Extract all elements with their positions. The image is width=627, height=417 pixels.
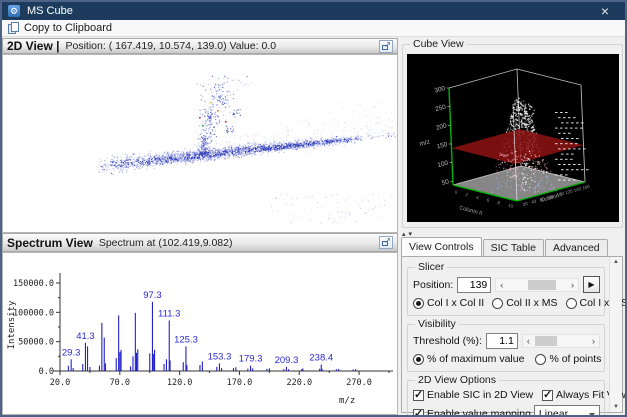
cube-3d-plot[interactable]: 30025020015010050m/z20406080100120140160… (407, 54, 619, 222)
radio-percent-points[interactable] (535, 354, 546, 365)
radio-percent-points-label[interactable]: % of points (549, 353, 601, 365)
svg-text:150000.0: 150000.0 (13, 279, 54, 289)
title-bar[interactable]: ⚙ MS Cube × (2, 2, 625, 20)
svg-text:179.3: 179.3 (239, 354, 263, 365)
svg-text:m/z: m/z (339, 396, 355, 406)
copy-to-clipboard-label: Copy to Clipboard (24, 22, 112, 34)
svg-text:20.0: 20.0 (50, 378, 70, 388)
svg-text:70.0: 70.0 (110, 378, 130, 388)
view2d-plot[interactable] (2, 54, 398, 233)
checkbox-always-fit[interactable] (542, 390, 553, 401)
svg-text:41.3: 41.3 (76, 331, 95, 342)
spectrum-subtitle: Spectrum at (102.419,9.082) (99, 237, 233, 249)
tab-advanced[interactable]: Advanced (545, 239, 608, 256)
svg-text:97.3: 97.3 (143, 290, 162, 301)
checkbox-value-mapping[interactable] (413, 409, 424, 417)
toolbar: Copy to Clipboard (2, 20, 625, 37)
svg-text:50000.0: 50000.0 (18, 338, 54, 348)
radio-col2-x-ms-label[interactable]: Col II x MS (506, 297, 557, 309)
scroll-left-icon[interactable]: ‹ (496, 279, 507, 291)
cube-view-3d[interactable]: 30025020015010050m/z20406080100120140160… (407, 54, 619, 222)
tab-sic-table[interactable]: SIC Table (483, 239, 544, 256)
app-icon: ⚙ (8, 5, 20, 17)
checkbox-enable-sic[interactable] (413, 390, 424, 401)
svg-text:209.3: 209.3 (275, 355, 299, 366)
mapping-select[interactable]: Linear (534, 405, 600, 417)
chevron-down-icon (589, 413, 595, 417)
spectrum-header: Spectrum View Spectrum at (102.419,9.082… (2, 233, 398, 252)
slicer-group-title: Slicer (415, 261, 447, 273)
right-panel: Cube View 30025020015010050m/z2040608010… (399, 38, 625, 415)
svg-text:Intensity: Intensity (7, 300, 17, 349)
visibility-group-title: Visibility (415, 318, 459, 330)
spectrum-popout-button[interactable]: ↗ (379, 236, 393, 249)
spectrum-title: Spectrum View (7, 236, 93, 250)
slicer-group: Slicer Position: ‹ › ▶ (407, 267, 605, 316)
window-title: MS Cube (27, 5, 73, 17)
view2d-position-readout: Position: ( 167.419, 10.574, 139.0) Valu… (66, 40, 277, 52)
scroll-right-icon[interactable]: › (567, 279, 578, 291)
cube-view-group: Cube View 30025020015010050m/z2040608010… (402, 44, 623, 228)
svg-text:29.3: 29.3 (62, 347, 81, 358)
spectrum-chart[interactable]: 0.0 50000.0 100000.0 150000.0 20.0 70.0 120.0 1… (3, 253, 397, 414)
spectrum-plot[interactable]: 0.0 50000.0 100000.0 150000.0 20.0 70.0 120.0 1… (2, 252, 398, 415)
view-options-group-title: 2D View Options (415, 374, 499, 386)
copy-to-clipboard-button[interactable]: Copy to Clipboard (2, 21, 118, 36)
radio-percent-max[interactable] (413, 354, 424, 365)
mapping-select-value: Linear (539, 408, 568, 417)
close-button[interactable]: × (595, 4, 615, 18)
play-icon: ▶ (588, 280, 594, 289)
threshold-scroll-thumb[interactable] (535, 336, 557, 346)
threshold-scrollbar[interactable]: ‹ › (522, 334, 600, 348)
svg-text:125.3: 125.3 (174, 334, 198, 345)
density-map[interactable] (3, 55, 397, 232)
scroll-up-icon[interactable]: ▲ (613, 259, 619, 265)
view2d-header: 2D View | Position: ( 167.419, 10.574, 1… (2, 38, 398, 54)
view-controls-panel: Slicer Position: ‹ › ▶ (401, 256, 623, 413)
svg-text:153.3: 153.3 (208, 351, 232, 362)
cube-view-title: Cube View (410, 38, 467, 50)
svg-text:120.0: 120.0 (167, 378, 193, 388)
view-options-group: 2D View Options Enable SIC in 2D View Al… (407, 380, 605, 417)
svg-text:170.0: 170.0 (227, 378, 253, 388)
radio-col1-x-ms[interactable] (566, 298, 577, 309)
svg-text:0.0: 0.0 (39, 367, 54, 377)
svg-text:270.0: 270.0 (346, 378, 372, 388)
threshold-input[interactable] (486, 333, 518, 349)
view2d-title: 2D View | (7, 39, 60, 53)
view2d-popout-button[interactable]: ↗ (379, 40, 393, 53)
checkbox-enable-sic-label[interactable]: Enable SIC in 2D View (427, 389, 533, 401)
checkbox-value-mapping-label[interactable]: Enable value mapping (427, 408, 531, 417)
position-scrollbar[interactable]: ‹ › (495, 278, 579, 292)
threshold-label: Threshold (%): (413, 335, 482, 347)
position-scroll-thumb[interactable] (528, 280, 556, 290)
panel-vertical-scrollbar[interactable]: ▲ ▼ (609, 257, 622, 412)
scroll-right-icon[interactable]: › (588, 335, 599, 347)
svg-text:220.0: 220.0 (286, 378, 312, 388)
tab-view-controls[interactable]: View Controls (401, 237, 482, 256)
svg-text:111.3: 111.3 (158, 309, 180, 320)
visibility-group: Visibility Threshold (%): ‹ › % of maxim… (407, 324, 605, 372)
copy-icon (8, 22, 20, 35)
radio-col1-x-col2[interactable] (413, 298, 424, 309)
scroll-down-icon[interactable]: ▼ (613, 404, 619, 410)
svg-text:100000.0: 100000.0 (13, 308, 54, 318)
ms-cube-window: ⚙ MS Cube × Copy to Clipboard 2D View | … (0, 0, 627, 417)
radio-percent-max-label[interactable]: % of maximum value (427, 353, 524, 365)
scroll-left-icon[interactable]: ‹ (523, 335, 534, 347)
position-label: Position: (413, 279, 453, 291)
position-input[interactable] (457, 277, 491, 293)
radio-col1-x-col2-label[interactable]: Col I x Col II (427, 297, 484, 309)
play-button[interactable]: ▶ (583, 276, 600, 293)
radio-col2-x-ms[interactable] (492, 298, 503, 309)
tab-bar: View Controls SIC Table Advanced (401, 238, 609, 256)
svg-text:238.4: 238.4 (309, 353, 333, 364)
